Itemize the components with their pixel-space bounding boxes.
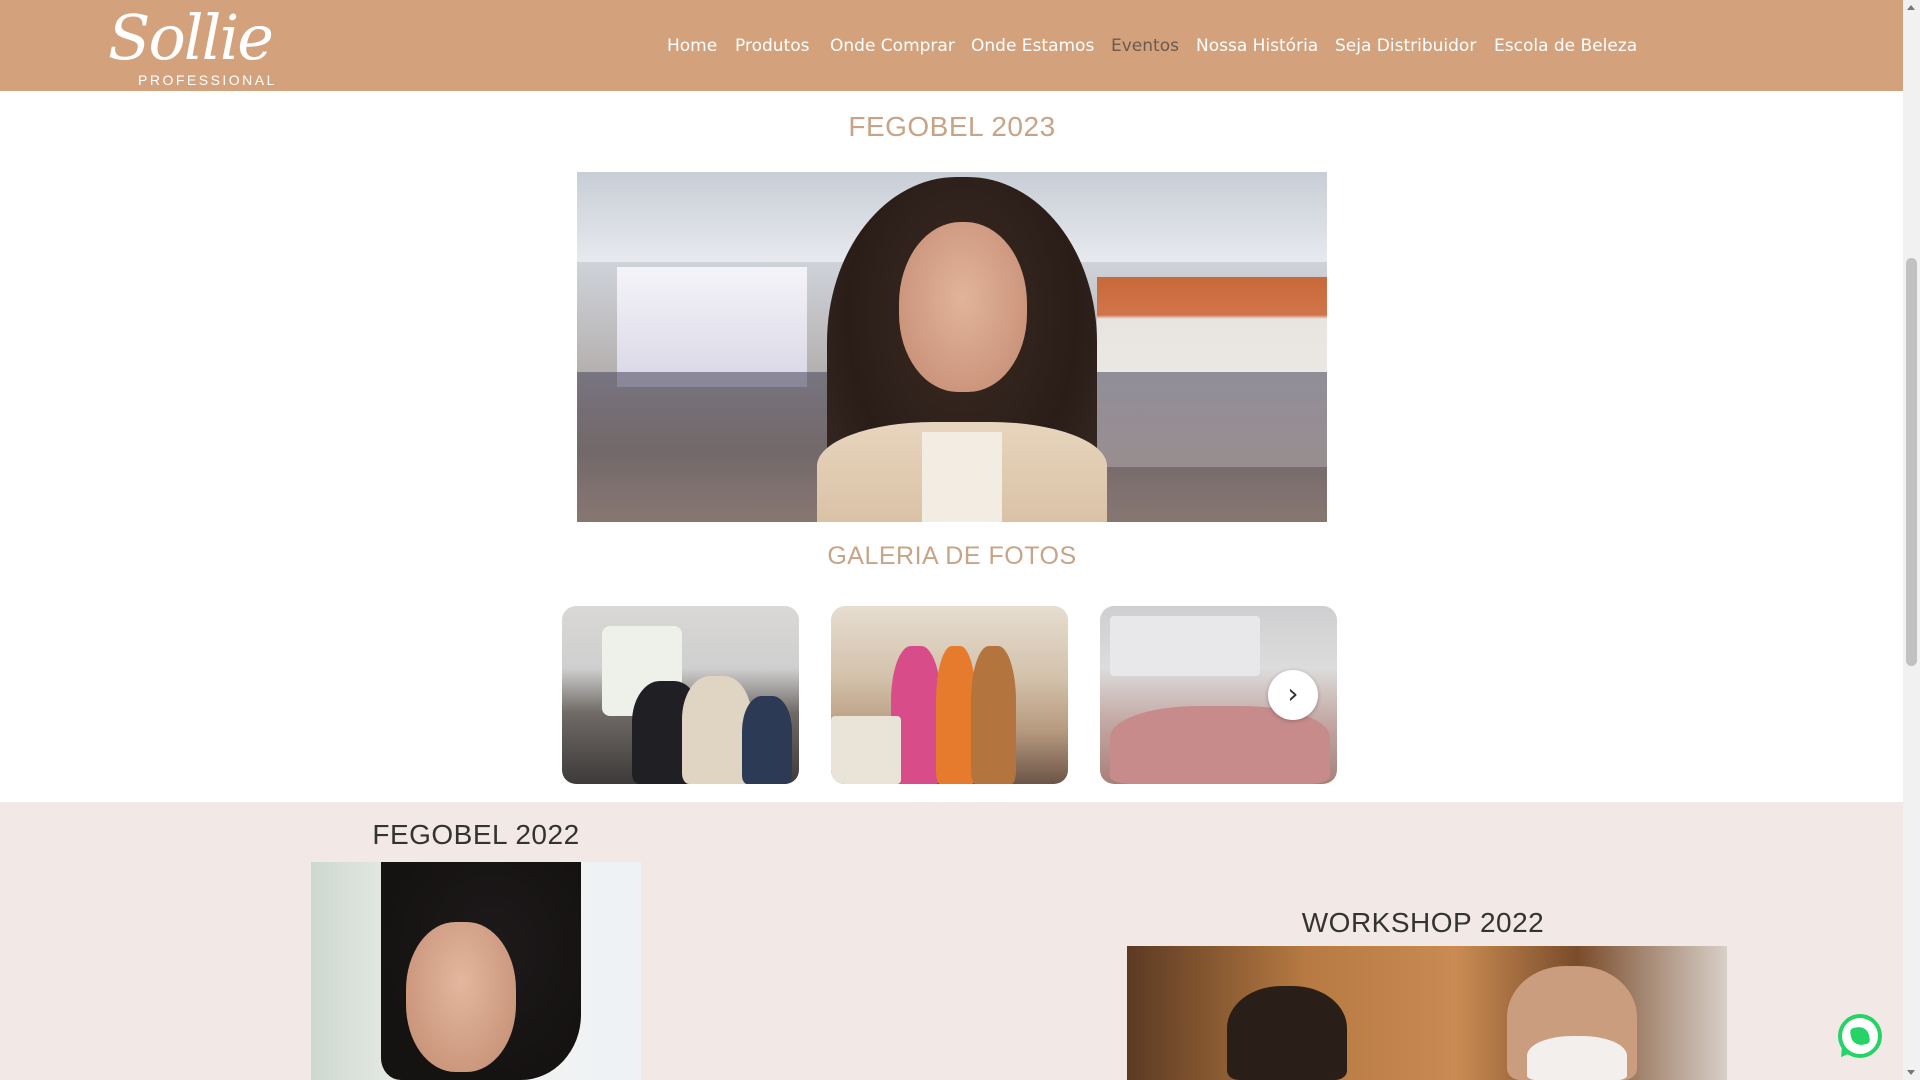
- photo-counter: [831, 716, 901, 784]
- photo-person: [971, 646, 1016, 784]
- nav-item-onde-estamos[interactable]: Onde Estamos: [971, 34, 1094, 58]
- site-header: Sollie PROFESSIONAL Home Produtos Onde C…: [0, 0, 1903, 91]
- nav-item-escola-de-beleza[interactable]: Escola de Beleza: [1494, 34, 1637, 58]
- photo-stand: [1110, 616, 1260, 676]
- gallery-photo-1[interactable]: [562, 606, 799, 784]
- scrollbar-thumb[interactable]: [1906, 258, 1917, 666]
- photo-shirt: [1527, 1036, 1627, 1080]
- photo-person: [1227, 986, 1347, 1080]
- fegobel-2022-title: FEGOBEL 2022: [372, 819, 580, 850]
- event-video-2023[interactable]: [577, 172, 1327, 522]
- gallery-next-button[interactable]: ›: [1268, 670, 1318, 720]
- logo-wordmark: Sollie: [108, 1, 274, 74]
- logo-subtitle: PROFESSIONAL: [138, 72, 277, 88]
- presenter-face: [899, 222, 1027, 392]
- chevron-right-icon: ›: [1287, 677, 1299, 710]
- sollie-logo[interactable]: Sollie PROFESSIONAL: [108, 0, 283, 91]
- photo-person: [936, 646, 976, 784]
- fegobel-2023-title: FEGOBEL 2023: [848, 111, 1056, 142]
- video-scene-stand-left: [617, 267, 807, 387]
- page-scrollbar[interactable]: [1903, 0, 1920, 1080]
- nav-item-eventos[interactable]: Eventos: [1111, 34, 1179, 58]
- gallery-photo-2[interactable]: [831, 606, 1068, 784]
- workshop-2022-title: WORKSHOP 2022: [1301, 907, 1545, 938]
- fegobel-2022-photo[interactable]: [311, 862, 641, 1080]
- scroll-down-icon[interactable]: [1907, 1070, 1915, 1075]
- photo-face: [406, 922, 516, 1072]
- nav-item-onde-comprar[interactable]: Onde Comprar: [830, 34, 955, 58]
- whatsapp-icon[interactable]: [1836, 1014, 1882, 1061]
- gallery-title: GALERIA DE FOTOS: [827, 542, 1077, 570]
- photo-person: [742, 696, 792, 784]
- video-presenter: [817, 177, 1107, 522]
- phone-icon: [1849, 1025, 1871, 1047]
- photo-gallery: ›: [562, 606, 1338, 784]
- presenter-top: [922, 432, 1002, 522]
- nav-item-seja-distribuidor[interactable]: Seja Distribuidor: [1335, 34, 1476, 58]
- workshop-2022-photo[interactable]: [1127, 946, 1727, 1080]
- nav-item-nossa-historia[interactable]: Nossa História: [1196, 34, 1318, 58]
- nav-item-produtos[interactable]: Produtos: [735, 34, 809, 58]
- nav-item-home[interactable]: Home: [667, 34, 717, 58]
- scroll-up-icon[interactable]: [1907, 5, 1915, 10]
